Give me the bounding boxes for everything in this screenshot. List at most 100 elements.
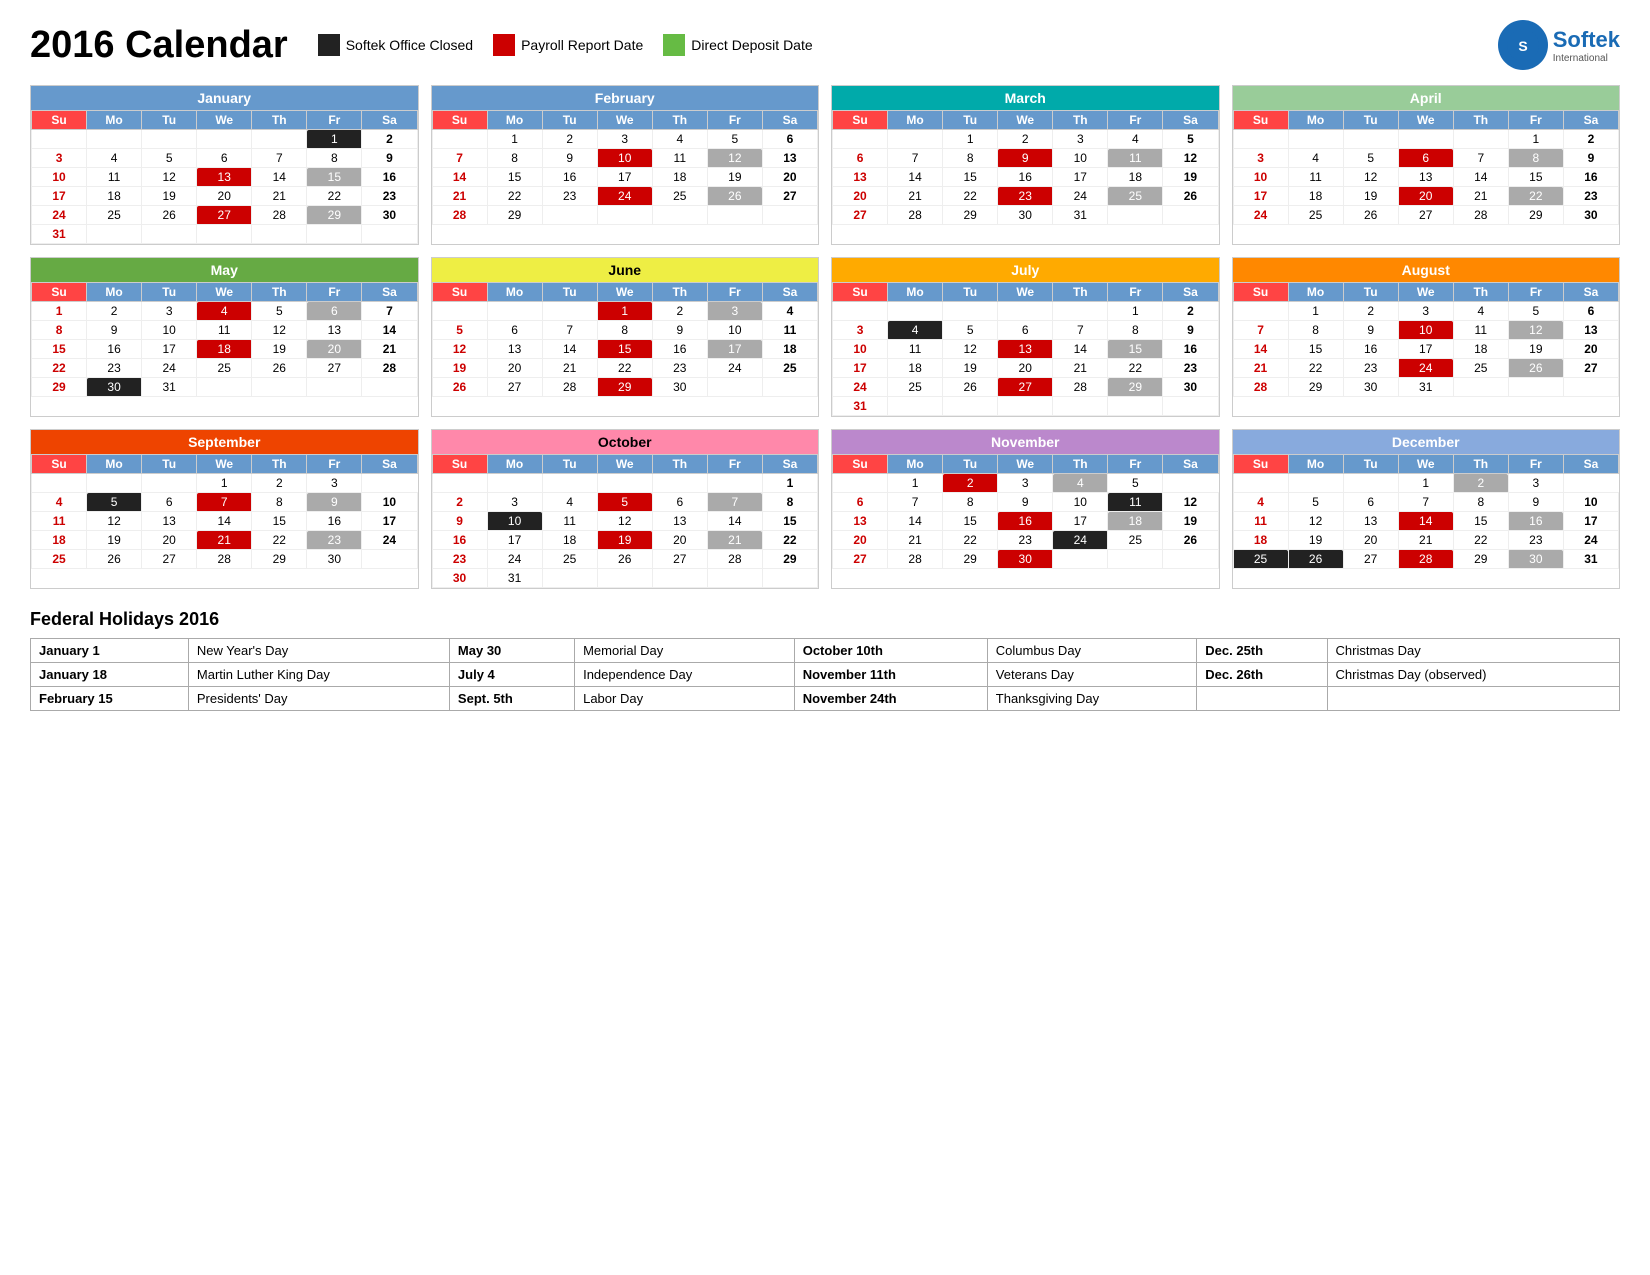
cal-table-sep: SuMoTuWeThFrSa 1234567891011121314151617… [31, 454, 418, 569]
day-cell: 26 [707, 187, 762, 206]
day-cell [998, 397, 1053, 416]
col-header-mo: Mo [888, 455, 943, 474]
col-header-sa: Sa [362, 455, 417, 474]
col-header-we: We [597, 283, 652, 302]
day-cell: 4 [542, 493, 597, 512]
day-cell: 28 [252, 206, 307, 225]
day-cell: 4 [1233, 493, 1288, 512]
day-cell: 7 [1233, 321, 1288, 340]
day-cell: 8 [307, 149, 362, 168]
day-cell: 14 [252, 168, 307, 187]
day-cell: 31 [1563, 550, 1618, 569]
holidays-title: Federal Holidays 2016 [30, 609, 1620, 630]
day-cell: 19 [1163, 168, 1218, 187]
month-header-oct: October [432, 430, 819, 454]
col-header-tu: Tu [542, 455, 597, 474]
day-cell: 20 [762, 168, 817, 187]
day-cell: 6 [307, 302, 362, 321]
col-header-tu: Tu [1343, 111, 1398, 130]
day-cell: 7 [1453, 149, 1508, 168]
day-cell: 30 [1343, 378, 1398, 397]
day-cell [762, 378, 817, 397]
day-cell: 18 [762, 340, 817, 359]
col-header-we: We [1398, 455, 1453, 474]
day-cell: 26 [1288, 550, 1343, 569]
day-cell: 23 [432, 550, 487, 569]
day-cell: 23 [307, 531, 362, 550]
day-cell: 7 [197, 493, 252, 512]
day-cell: 6 [1563, 302, 1618, 321]
day-cell: 19 [87, 531, 142, 550]
day-cell: 15 [943, 168, 998, 187]
day-cell: 8 [1288, 321, 1343, 340]
day-cell: 26 [943, 378, 998, 397]
cal-table-feb: SuMoTuWeThFrSa 1234567891011121314151617… [432, 110, 819, 225]
day-cell: 10 [1053, 493, 1108, 512]
day-cell: 25 [888, 378, 943, 397]
day-cell: 13 [487, 340, 542, 359]
holiday-date: January 1 [31, 639, 189, 663]
day-cell: 29 [1453, 550, 1508, 569]
cal-table-oct: SuMoTuWeThFrSa 1234567891011121314151617… [432, 454, 819, 588]
day-cell: 4 [1288, 149, 1343, 168]
day-cell: 3 [707, 302, 762, 321]
day-cell: 29 [252, 550, 307, 569]
col-header-tu: Tu [1343, 283, 1398, 302]
day-cell: 16 [87, 340, 142, 359]
day-cell: 19 [142, 187, 197, 206]
col-header-tu: Tu [542, 111, 597, 130]
day-cell: 8 [943, 493, 998, 512]
day-cell: 25 [32, 550, 87, 569]
day-cell [597, 474, 652, 493]
col-header-tu: Tu [943, 111, 998, 130]
day-cell: 7 [707, 493, 762, 512]
day-cell: 31 [833, 397, 888, 416]
day-cell: 17 [1053, 512, 1108, 531]
day-cell: 26 [142, 206, 197, 225]
day-cell: 30 [1508, 550, 1563, 569]
day-cell: 2 [432, 493, 487, 512]
col-header-mo: Mo [1288, 111, 1343, 130]
day-cell: 9 [1508, 493, 1563, 512]
day-cell: 9 [652, 321, 707, 340]
day-cell: 22 [1108, 359, 1163, 378]
col-header-fr: Fr [307, 111, 362, 130]
day-cell: 12 [87, 512, 142, 531]
day-cell: 17 [833, 359, 888, 378]
col-header-su: Su [1233, 111, 1288, 130]
logo-svg: S [1505, 27, 1541, 63]
day-cell: 6 [998, 321, 1053, 340]
day-cell [87, 474, 142, 493]
holiday-name: Christmas Day [1327, 639, 1620, 663]
day-cell: 11 [87, 168, 142, 187]
day-cell: 17 [32, 187, 87, 206]
day-cell: 14 [888, 168, 943, 187]
month-nov: NovemberSuMoTuWeThFrSa 12345678910111213… [831, 429, 1220, 589]
day-cell: 15 [1288, 340, 1343, 359]
day-cell: 25 [652, 187, 707, 206]
day-cell: 30 [362, 206, 417, 225]
day-cell: 20 [487, 359, 542, 378]
day-cell: 29 [307, 206, 362, 225]
cal-table-dec: SuMoTuWeThFrSa 1234567891011121314151617… [1233, 454, 1620, 569]
day-cell: 13 [197, 168, 252, 187]
day-cell: 24 [1563, 531, 1618, 550]
day-cell: 1 [597, 302, 652, 321]
day-cell: 30 [432, 569, 487, 588]
day-cell: 29 [762, 550, 817, 569]
day-cell: 5 [1108, 474, 1163, 493]
month-may: MaySuMoTuWeThFrSa12345678910111213141516… [30, 257, 419, 417]
cal-table-may: SuMoTuWeThFrSa12345678910111213141516171… [31, 282, 418, 397]
month-header-dec: December [1233, 430, 1620, 454]
day-cell: 24 [362, 531, 417, 550]
svg-text:S: S [1518, 38, 1527, 54]
month-header-jan: January [31, 86, 418, 110]
day-cell: 26 [1163, 531, 1218, 550]
day-cell: 24 [1053, 531, 1108, 550]
col-header-su: Su [833, 455, 888, 474]
day-cell: 24 [1053, 187, 1108, 206]
day-cell [1108, 397, 1163, 416]
col-header-mo: Mo [87, 455, 142, 474]
day-cell [32, 130, 87, 149]
day-cell: 22 [1288, 359, 1343, 378]
